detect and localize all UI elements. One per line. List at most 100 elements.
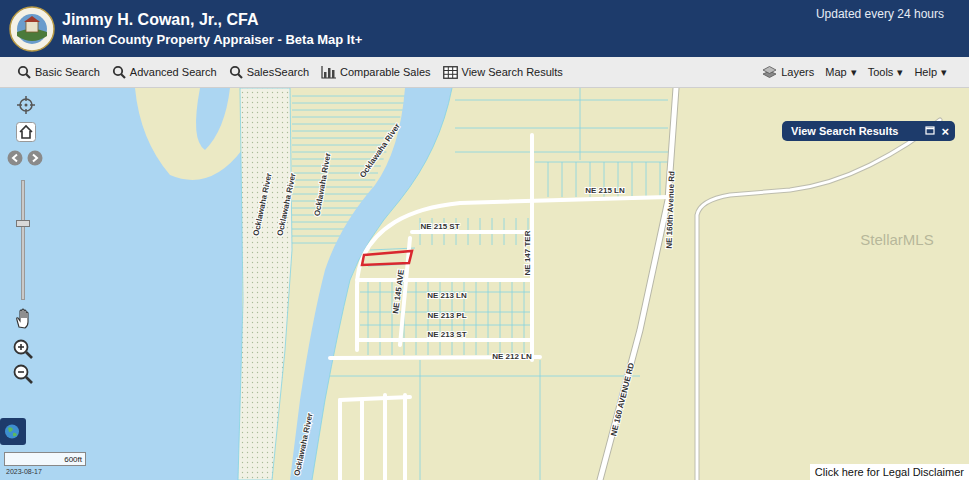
toolbar-label: View Search Results [462,66,563,78]
parcel-line [292,180,375,181]
table-icon [443,66,458,79]
street [360,400,364,480]
globe-icon[interactable] [0,418,26,445]
streets [330,135,668,480]
maximize-icon[interactable] [925,126,935,136]
center [25,104,28,107]
handle [26,352,32,358]
ticks [17,96,35,114]
lens [230,67,238,75]
forward-arrow-icon[interactable] [27,150,43,166]
pan-hand-icon[interactable] [13,307,33,329]
seal-inner [17,14,47,44]
parcel-line [292,187,372,188]
search-results-panel[interactable]: View Search Results × [782,121,955,141]
lens [15,341,28,354]
parcel-line [330,376,640,377]
highway [600,88,676,480]
street [403,395,407,480]
land [0,88,969,480]
map-label: NE 145 AVE [391,268,406,314]
toolbar-button[interactable]: SalesSearch [229,65,309,79]
scale-label: 600ft [64,455,82,464]
map-label: Ocklawaha River [313,152,333,217]
legal-disclaimer-link[interactable]: Click here for Legal Disclaimer [810,464,969,480]
parcel-line [292,96,409,97]
zoom-out-icon[interactable] [12,363,34,385]
parcel-line [455,128,668,129]
toolbar-menu[interactable]: Map▾ [825,66,856,79]
river [290,88,452,480]
search-icon [112,65,126,79]
lens [19,67,27,75]
zoom-in-icon[interactable] [12,338,34,360]
zoom-thumb[interactable] [16,220,30,227]
parcel-line [392,282,393,355]
parcel-line [580,88,581,160]
home-icon[interactable] [16,122,36,142]
lens [15,366,28,379]
bar-chart-icon [321,66,336,79]
hand [17,309,28,328]
handle [238,74,242,78]
seal-roof [24,16,40,22]
layer [763,67,776,74]
map-area[interactable]: Ocklawaha RiverOcklawaha RiverOcklawaha … [0,88,969,480]
parcel-line [360,325,530,326]
street [338,400,342,480]
map-label: NE 213 PL [427,311,466,320]
toolbar-menu[interactable]: Layers [762,65,814,79]
toolbar-button[interactable]: Comparable Sales [321,66,431,79]
search-icon [17,65,31,79]
parcel-line [292,117,400,118]
parcel-line [632,162,633,197]
button [0,418,26,445]
parcel-line [488,282,489,355]
locate-icon[interactable] [16,95,36,115]
toolbar-button[interactable]: View Search Results [443,66,563,79]
map-label: NE 160th Avenue Rd [665,171,677,249]
panel-title: View Search Results [791,125,925,137]
map-label: NE 147 TER [523,230,532,275]
parcel-line [292,194,370,195]
seal-icon [9,6,55,52]
toolbar-label: Advanced Search [130,66,217,78]
header: Jimmy H. Cowan, Jr., CFAMarion County Pr… [0,0,969,57]
button [17,123,36,142]
back-arrow-icon[interactable] [7,150,23,166]
axis [322,66,336,78]
road-edge [697,120,940,480]
parcel-line [500,282,501,355]
update-note: Updated every 24 hours [816,0,969,21]
map-label: NE 160 AVENUE RD [609,362,636,437]
bar [328,68,331,78]
parcel-line [476,282,477,355]
handle [121,74,125,78]
toolbar: Basic Search Advanced Search SalesSearch Co… [0,57,969,88]
toolbar-button[interactable]: Advanced Search [112,65,217,79]
caret-icon: ▾ [897,66,903,79]
zoom-slider[interactable] [21,180,25,300]
parcel-line [420,360,421,480]
box [926,127,934,134]
toolbar-label: Tools [868,66,894,78]
close-button[interactable]: × [941,125,949,138]
parcel-line [292,208,364,209]
parcel-line [292,145,389,146]
street [357,197,668,350]
seal-ring [10,7,54,51]
search-icon [229,65,243,79]
map-label: Ocklawaha River [358,122,402,180]
toolbar-label: Layers [781,66,814,78]
disc [28,151,43,166]
seal-building [26,21,38,32]
toolbar-button[interactable]: Basic Search [17,65,100,79]
marsh-dots [238,88,292,480]
toolbar-label: Comparable Sales [340,66,431,78]
bar [324,72,327,78]
header-titles: Jimmy H. Cowan, Jr., CFAMarion County Pr… [62,11,362,47]
toolbar-menu[interactable]: Tools▾ [868,66,904,79]
toolbar-menu[interactable]: Help▾ [914,66,947,79]
parcel-line [455,152,668,153]
map-date: 2023-08-17 [6,468,42,475]
